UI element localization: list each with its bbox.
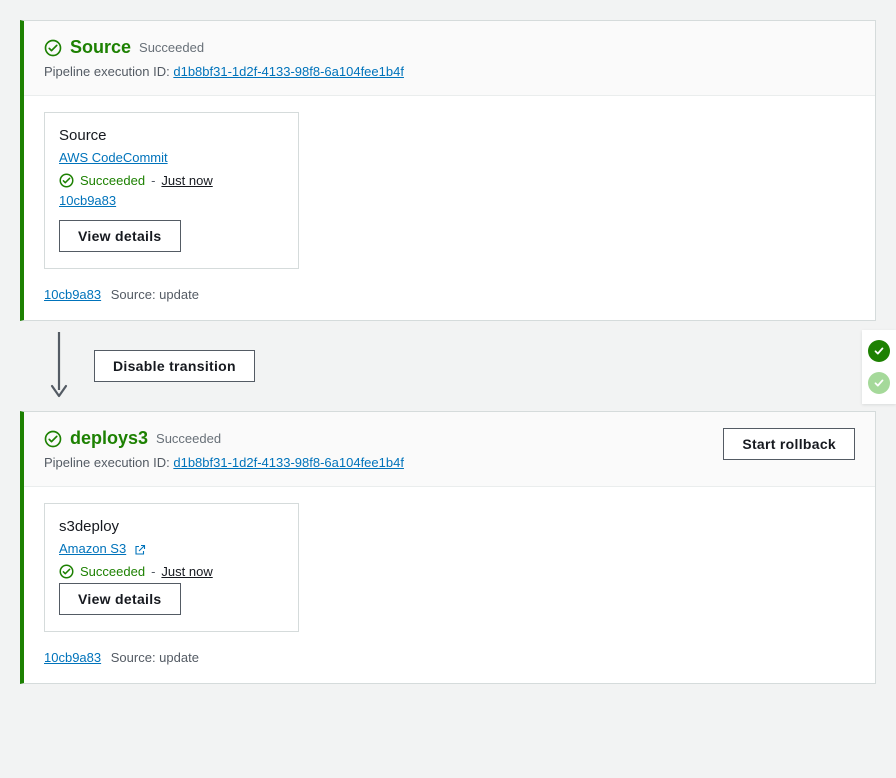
dash: - [151, 173, 155, 188]
commit-link[interactable]: 10cb9a83 [59, 193, 116, 208]
success-check-icon [44, 430, 62, 448]
action-status: Succeeded [80, 173, 145, 188]
check-solid-icon[interactable] [868, 340, 890, 362]
stage-status: Succeeded [139, 40, 204, 55]
check-solid-icon[interactable] [868, 372, 890, 394]
provider-link[interactable]: Amazon S3 [59, 541, 126, 556]
provider-link[interactable]: AWS CodeCommit [59, 150, 168, 165]
stage-title-row: Source Succeeded [44, 37, 855, 58]
execution-id-label: Pipeline execution ID: [44, 455, 173, 470]
action-provider: Amazon S3 [59, 541, 284, 556]
action-timestamp[interactable]: Just now [161, 173, 212, 188]
dash: - [151, 564, 155, 579]
stage-body: Source AWS CodeCommit Succeeded - Just n… [24, 96, 875, 320]
action-status-row: Succeeded - Just now [59, 173, 284, 188]
revision-message: Source: update [111, 650, 199, 665]
arrow-down-icon [48, 332, 70, 400]
stage-source: Source Succeeded Pipeline execution ID: … [20, 20, 876, 321]
transition-row: Disable transition [48, 331, 876, 401]
disable-transition-button[interactable]: Disable transition [94, 350, 255, 382]
revision-message: Source: update [111, 287, 199, 302]
success-check-icon [59, 564, 74, 579]
action-card-source: Source AWS CodeCommit Succeeded - Just n… [44, 112, 299, 269]
stage-header: Source Succeeded Pipeline execution ID: … [24, 21, 875, 96]
action-name: s3deploy [59, 518, 284, 535]
stage-name: deploys3 [70, 428, 148, 449]
execution-id-link[interactable]: d1b8bf31-1d2f-4133-98f8-6a104fee1b4f [173, 455, 404, 470]
sidebar-status-checks [862, 330, 896, 404]
revision-row: 10cb9a83 Source: update [44, 287, 855, 302]
execution-id-row: Pipeline execution ID: d1b8bf31-1d2f-413… [44, 64, 855, 79]
stage-header: deploys3 Succeeded Pipeline execution ID… [24, 412, 875, 487]
revision-row: 10cb9a83 Source: update [44, 650, 855, 665]
stage-body: s3deploy Amazon S3 Succeeded - Just now … [24, 487, 875, 683]
action-card-s3deploy: s3deploy Amazon S3 Succeeded - Just now … [44, 503, 299, 632]
success-check-icon [44, 39, 62, 57]
start-rollback-button[interactable]: Start rollback [723, 428, 855, 460]
stage-status: Succeeded [156, 431, 221, 446]
stage-name: Source [70, 37, 131, 58]
revision-commit-link[interactable]: 10cb9a83 [44, 287, 101, 302]
execution-id-label: Pipeline execution ID: [44, 64, 173, 79]
action-status-row: Succeeded - Just now [59, 564, 284, 579]
stage-deploys3: deploys3 Succeeded Pipeline execution ID… [20, 411, 876, 684]
action-timestamp[interactable]: Just now [161, 564, 212, 579]
success-check-icon [59, 173, 74, 188]
action-provider: AWS CodeCommit [59, 150, 284, 165]
execution-id-row: Pipeline execution ID: d1b8bf31-1d2f-413… [44, 455, 723, 470]
view-details-button[interactable]: View details [59, 583, 181, 615]
view-details-button[interactable]: View details [59, 220, 181, 252]
stage-title-row: deploys3 Succeeded [44, 428, 723, 449]
action-status: Succeeded [80, 564, 145, 579]
execution-id-link[interactable]: d1b8bf31-1d2f-4133-98f8-6a104fee1b4f [173, 64, 404, 79]
external-link-icon [134, 544, 146, 556]
revision-commit-link[interactable]: 10cb9a83 [44, 650, 101, 665]
action-name: Source [59, 127, 284, 144]
